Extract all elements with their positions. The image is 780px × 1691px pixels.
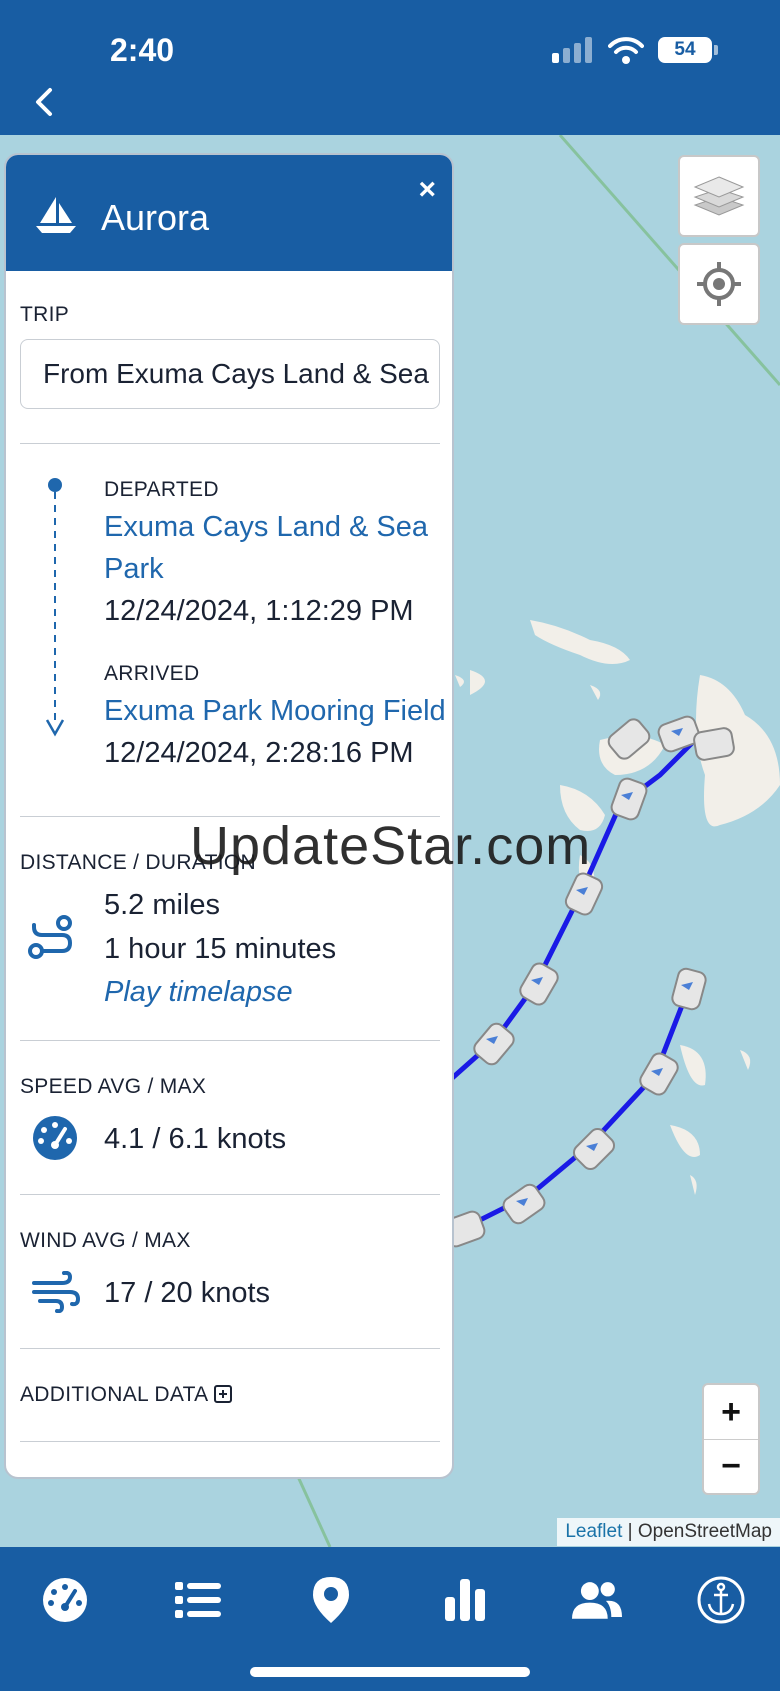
departed-label: DEPARTED (104, 478, 219, 501)
panel-header: Aurora × (6, 155, 452, 271)
list-icon (175, 1582, 221, 1618)
home-indicator (250, 1667, 530, 1677)
expand-plus-icon[interactable] (214, 1385, 233, 1403)
status-icons: 54 (552, 36, 718, 64)
anchor-icon (697, 1576, 745, 1624)
top-bar: 2:40 54 (0, 0, 780, 135)
arrived-place-link[interactable]: Exuma Park Mooring Field (104, 690, 446, 732)
leaflet-link[interactable]: Leaflet (565, 1521, 622, 1542)
battery-indicator: 54 (658, 37, 718, 63)
map-pin-icon (313, 1577, 349, 1623)
speed-label: SPEED AVG / MAX (20, 1075, 207, 1098)
speed-section: SPEED AVG / MAX 4.1 / 6.1 knots (20, 1041, 440, 1194)
trip-name-field[interactable]: From Exuma Cays Land & Sea Park (20, 339, 440, 409)
nav-dashboard[interactable] (40, 1575, 90, 1625)
additional-data-label: ADDITIONAL DATA (20, 1383, 209, 1406)
bar-chart-icon (445, 1579, 485, 1621)
arrived-time: 12/24/2024, 2:28:16 PM (104, 737, 414, 769)
crosshair-icon (697, 262, 741, 306)
status-time: 2:40 (110, 32, 175, 68)
back-arrow-icon[interactable] (28, 84, 64, 120)
cellular-signal-icon (552, 37, 592, 63)
sailboat-icon (36, 197, 76, 233)
map-attribution: Leaflet | OpenStreetMap (557, 1518, 780, 1546)
wifi-icon (608, 37, 644, 64)
wind-label: WIND AVG / MAX (20, 1229, 191, 1252)
departed-time: 12/24/2024, 1:12:29 PM (104, 595, 414, 627)
play-timelapse-link[interactable]: Play timelapse (104, 971, 336, 1013)
duration-value: 1 hour 15 minutes (104, 933, 337, 965)
departure-arrival-section: DEPARTED Exuma Cays Land & Sea Park 12/2… (20, 444, 446, 816)
divider (20, 1441, 440, 1442)
layers-icon (693, 176, 745, 216)
people-icon (572, 1582, 622, 1619)
zoom-in-button[interactable]: + (704, 1385, 758, 1439)
locate-button[interactable] (678, 243, 760, 325)
attribution-separator: | (622, 1521, 638, 1542)
nav-people[interactable] (572, 1575, 622, 1625)
speedometer-icon (33, 1116, 77, 1160)
arrived-label: ARRIVED (104, 662, 200, 685)
zoom-out-button[interactable]: − (704, 1439, 758, 1493)
trip-label: TRIP (20, 303, 70, 326)
watermark: UpdateStar.com (190, 816, 592, 876)
route-icon (28, 915, 73, 959)
additional-data-section[interactable]: ADDITIONAL DATA (20, 1349, 440, 1441)
distance-value: 5.2 miles (104, 889, 221, 921)
nav-map[interactable] (306, 1575, 356, 1625)
wind-icon (32, 1271, 80, 1313)
wind-section: WIND AVG / MAX 17 / 20 knots (20, 1195, 440, 1348)
osm-link[interactable]: OpenStreetMap (638, 1521, 772, 1542)
layers-button[interactable] (678, 155, 760, 237)
nav-anchor[interactable] (696, 1575, 746, 1625)
zoom-control: + − (702, 1383, 760, 1495)
dashboard-icon (43, 1578, 87, 1622)
boat-name: Aurora (101, 197, 210, 238)
route-timeline-icon (45, 478, 65, 737)
close-icon[interactable]: × (418, 173, 436, 207)
departed-place-link[interactable]: Exuma Cays Land & Sea Park (104, 506, 444, 590)
speed-value: 4.1 / 6.1 knots (104, 1123, 287, 1155)
wind-value: 17 / 20 knots (104, 1277, 271, 1309)
nav-list[interactable] (173, 1575, 223, 1625)
nav-stats[interactable] (440, 1575, 490, 1625)
